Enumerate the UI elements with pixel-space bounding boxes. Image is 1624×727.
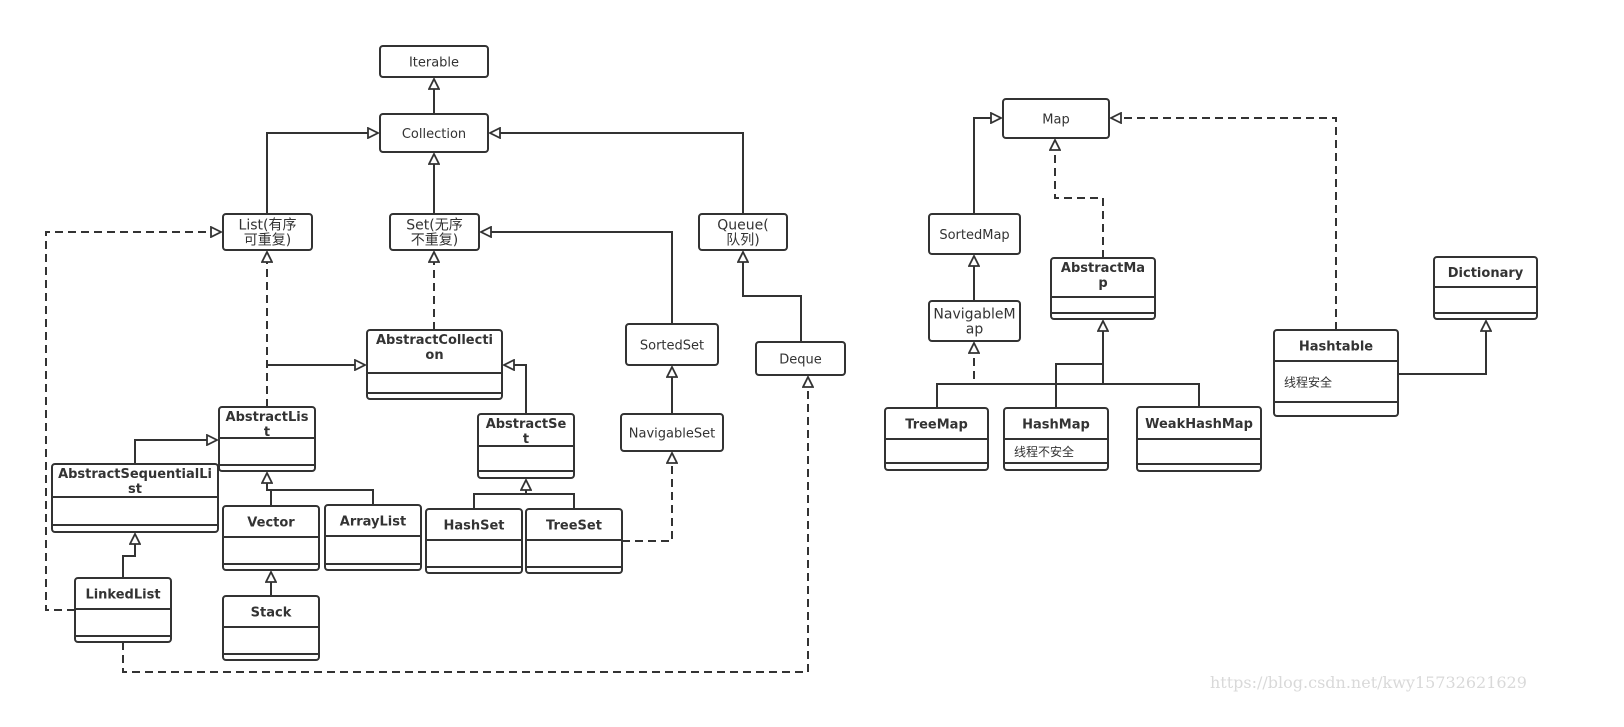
class-name: AbstractLis <box>226 410 309 425</box>
interface-label: Queue( <box>717 218 768 234</box>
interface-label: NavigableSet <box>629 427 715 442</box>
interface-set[interactable]: Set(无序不重复) <box>389 213 480 251</box>
class-vector[interactable]: Vector <box>222 505 320 571</box>
edge-sortedset-extends-set <box>481 232 673 324</box>
interface-label: 可重复) <box>244 232 291 249</box>
interface-label: Deque <box>779 353 822 368</box>
interface-navigableset[interactable]: NavigableSet <box>620 413 724 452</box>
edge-linkedlist-extends-abstractsequentiallist <box>122 534 135 578</box>
class-abstractsequentiallist[interactable]: AbstractSequentialList <box>51 463 219 533</box>
class-abstractset[interactable]: AbstractSet <box>477 413 575 479</box>
edge-hashset-extends-abstractset <box>473 480 526 509</box>
class-name: on <box>425 348 443 363</box>
interface-label: 不重复) <box>411 232 458 249</box>
class-abstractcollection[interactable]: AbstractCollection <box>366 329 503 400</box>
class-abstractmap[interactable]: AbstractMap <box>1050 257 1156 320</box>
edge-hashmap-extends-abstractmap <box>1055 363 1103 408</box>
class-name: Dictionary <box>1448 266 1524 281</box>
interface-queue[interactable]: Queue(队列) <box>698 213 788 251</box>
class-hashmap[interactable]: HashMap 线程不安全 <box>1003 407 1109 471</box>
interface-navigablemap[interactable]: NavigableMap <box>928 300 1021 342</box>
class-treemap[interactable]: TreeMap <box>884 407 989 471</box>
edge-abstractmap-implements-map <box>1055 140 1104 258</box>
class-name: ArrayList <box>340 515 406 530</box>
class-name: Hashtable <box>1299 340 1373 355</box>
class-linkedlist[interactable]: LinkedList <box>74 577 172 643</box>
edge-arraylist-extends-abstractlist <box>267 489 374 505</box>
interface-label: Collection <box>402 127 466 142</box>
class-dictionary[interactable]: Dictionary <box>1433 256 1538 320</box>
class-name: AbstractMa <box>1061 261 1145 276</box>
class-note: 线程安全 <box>1284 375 1332 390</box>
interface-sortedmap[interactable]: SortedMap <box>928 213 1021 255</box>
edge-treeset-implements-navigableset <box>622 453 672 542</box>
interface-label: ap <box>966 322 984 338</box>
edge-sortedmap-extends-map <box>973 118 1001 214</box>
interface-collection[interactable]: Collection <box>379 113 489 153</box>
class-name: HashMap <box>1022 418 1090 433</box>
class-name: AbstractSequentialLi <box>58 467 212 482</box>
edge-list-extends-collection <box>266 133 378 214</box>
interface-label: Set(无序 <box>406 218 462 234</box>
class-name: AbstractSe <box>486 417 567 432</box>
class-name: TreeMap <box>905 418 968 433</box>
class-name: t <box>264 425 270 440</box>
edge-weakhashmap-extends-abstractmap <box>1103 383 1200 407</box>
watermark: https://blog.csdn.net/kwy15732621629 <box>1210 673 1527 692</box>
class-name: AbstractCollecti <box>376 333 493 348</box>
interface-label: Iterable <box>409 56 459 71</box>
interface-label: SortedMap <box>939 228 1009 243</box>
class-name: LinkedList <box>85 588 160 603</box>
class-name: t <box>523 432 529 447</box>
interface-label: Map <box>1042 113 1069 128</box>
edge-linkedlist-implements-list <box>45 232 221 611</box>
class-name: st <box>128 482 142 497</box>
class-hashtable[interactable]: Hashtable 线程安全 <box>1273 329 1399 417</box>
class-abstractlist[interactable]: AbstractList <box>218 406 316 472</box>
class-note: 线程不安全 <box>1014 444 1074 459</box>
class-name: p <box>1098 276 1107 291</box>
interface-label: SortedSet <box>640 339 704 354</box>
edge-treemap-implements-navigablemap <box>940 343 974 385</box>
class-name: Stack <box>251 606 292 621</box>
edge-hashtable-extends-dictionary <box>1398 321 1486 375</box>
interface-list[interactable]: List(有序可重复) <box>222 213 313 251</box>
interface-label: NavigableM <box>933 307 1015 323</box>
edge-abstractset-extends-abstractcollection <box>504 365 527 414</box>
class-name: Vector <box>247 516 295 531</box>
class-name: HashSet <box>443 519 504 534</box>
edge-treeset-extends-abstractset <box>526 493 575 509</box>
edge-deque-extends-queue <box>743 252 802 342</box>
uml-class-diagram: Iterable Collection List(有序可重复) Set(无序不重复) Q… <box>45 45 1538 673</box>
class-stack[interactable]: Stack <box>222 595 320 661</box>
class-weakhashmap[interactable]: WeakHashMap <box>1136 406 1262 472</box>
interface-sortedset[interactable]: SortedSet <box>625 323 719 366</box>
interface-iterable[interactable]: Iterable <box>379 45 489 78</box>
interface-deque[interactable]: Deque <box>755 341 846 376</box>
class-name: WeakHashMap <box>1145 417 1253 432</box>
interface-map[interactable]: Map <box>1002 98 1110 139</box>
edge-queue-extends-collection <box>490 133 744 214</box>
class-arraylist[interactable]: ArrayList <box>324 504 422 571</box>
class-name: TreeSet <box>546 519 602 534</box>
interface-label: List(有序 <box>239 218 297 234</box>
edge-abstractsequentiallist-extends-abstractlist <box>134 440 217 464</box>
class-treeset[interactable]: TreeSet <box>525 508 623 574</box>
class-hashset[interactable]: HashSet <box>425 508 523 574</box>
interface-label: 队列) <box>726 233 759 249</box>
